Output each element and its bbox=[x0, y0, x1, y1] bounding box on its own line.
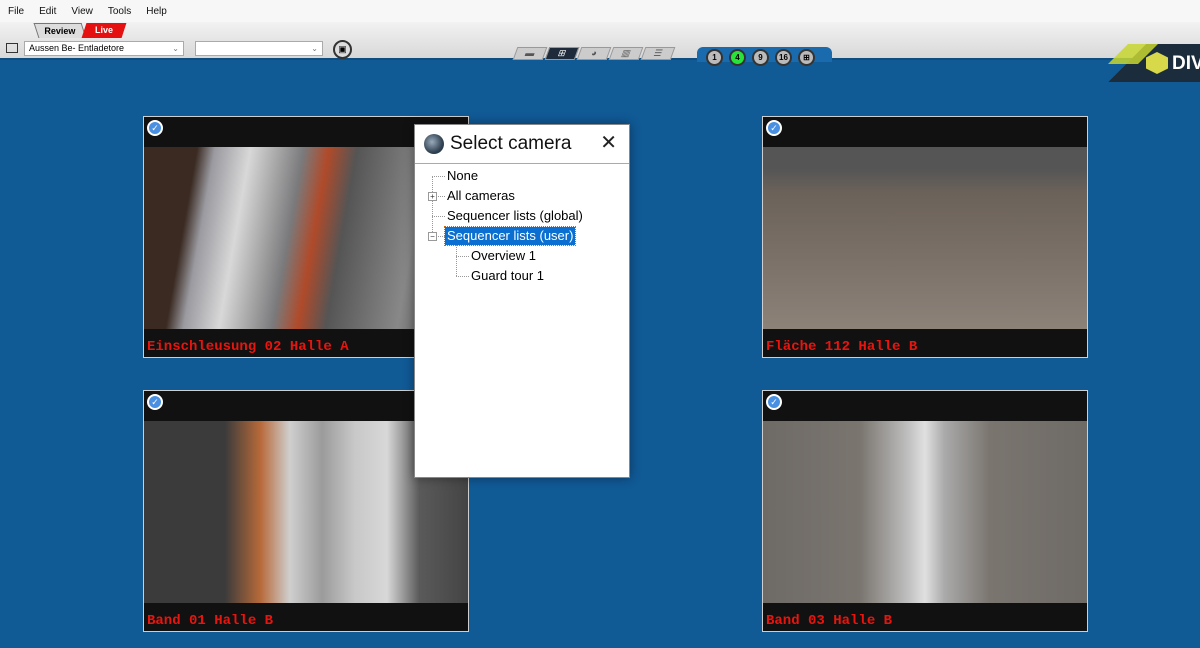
camera-video bbox=[763, 421, 1087, 603]
single-view-icon[interactable]: ▬ bbox=[512, 47, 548, 60]
layout-buttons: 1 4 9 16 ⊞ bbox=[697, 47, 832, 66]
tab-review-label: Review bbox=[44, 26, 76, 36]
list-view-icon[interactable]: ☰ bbox=[640, 47, 676, 60]
camera-label: Einschleusung 02 Halle A bbox=[147, 339, 349, 355]
menu-tools[interactable]: Tools bbox=[108, 6, 131, 17]
layout-9-button[interactable]: 9 bbox=[752, 49, 769, 66]
logo: DIV bbox=[1090, 44, 1200, 82]
expand-icon[interactable]: + bbox=[428, 192, 437, 201]
logo-text: DIV bbox=[1172, 53, 1200, 74]
layout-16-button[interactable]: 16 bbox=[775, 49, 792, 66]
tree-item-none[interactable]: None bbox=[445, 167, 480, 185]
grid-view-icon[interactable]: ⊞ bbox=[544, 47, 580, 60]
dialog-title: Select camera bbox=[450, 133, 572, 154]
select-camera-dialog: Select camera ✕ + − None All cameras Seq… bbox=[414, 124, 630, 478]
3d-view-icon[interactable]: ◕ bbox=[576, 47, 612, 60]
tree-line bbox=[456, 244, 457, 276]
layout-1-button[interactable]: 1 bbox=[706, 49, 723, 66]
view-tabs: ▬ ⊞ ◕ ▥ ☰ bbox=[512, 47, 676, 60]
floppy-disk-icon: ▣ bbox=[338, 44, 347, 54]
camera-icon bbox=[424, 134, 444, 154]
tree-line bbox=[432, 176, 433, 236]
layout-4-button[interactable]: 4 bbox=[729, 49, 746, 66]
tree-item-sequencer-user[interactable]: Sequencer lists (user) bbox=[443, 226, 577, 246]
chevron-down-icon: ⌄ bbox=[172, 44, 179, 53]
tree-item-all-cameras[interactable]: All cameras bbox=[445, 187, 517, 205]
tree-line bbox=[432, 176, 445, 177]
menu-bar: File Edit View Tools Help bbox=[0, 0, 1200, 22]
camera-tile[interactable]: ✓ Fläche 112 Halle B bbox=[762, 116, 1088, 358]
camera-tree: + − None All cameras Sequencer lists (gl… bbox=[415, 163, 629, 477]
toolbar: Review Live Aussen Be- Entladetore ⌄ ⌄ ▣ … bbox=[0, 22, 1200, 82]
tree-line bbox=[456, 256, 469, 257]
menu-file[interactable]: File bbox=[8, 6, 24, 17]
tab-live-label: Live bbox=[94, 25, 113, 35]
tab-live[interactable]: Live bbox=[81, 23, 127, 38]
tree-line bbox=[456, 276, 469, 277]
custom-layout-icon[interactable]: ⊞ bbox=[798, 49, 815, 66]
tree-line bbox=[432, 216, 445, 217]
menu-view[interactable]: View bbox=[71, 6, 93, 17]
dialog-title-bar: Select camera bbox=[415, 125, 629, 163]
camera-group-select[interactable]: Aussen Be- Entladetore ⌄ bbox=[24, 41, 184, 56]
map-view-icon[interactable]: ▥ bbox=[608, 47, 644, 60]
menu-edit[interactable]: Edit bbox=[39, 6, 56, 17]
camera-tile[interactable]: ✓ Band 03 Halle B bbox=[762, 390, 1088, 632]
crop-icon[interactable] bbox=[6, 43, 18, 53]
camera-label: Fläche 112 Halle B bbox=[766, 339, 918, 355]
camera-status-icon[interactable]: ✓ bbox=[766, 394, 782, 410]
camera-video bbox=[763, 147, 1087, 329]
tree-item-sequencer-global[interactable]: Sequencer lists (global) bbox=[445, 207, 585, 225]
camera-status-icon[interactable]: ✓ bbox=[147, 394, 163, 410]
camera-status-icon[interactable]: ✓ bbox=[147, 120, 163, 136]
collapse-icon[interactable]: − bbox=[428, 232, 437, 241]
close-icon[interactable]: ✕ bbox=[600, 133, 617, 153]
tree-item-overview-1[interactable]: Overview 1 bbox=[469, 247, 538, 265]
tree-item-guard-tour-1[interactable]: Guard tour 1 bbox=[469, 267, 546, 285]
camera-status-icon[interactable]: ✓ bbox=[766, 120, 782, 136]
secondary-select[interactable]: ⌄ bbox=[195, 41, 323, 56]
chevron-down-icon: ⌄ bbox=[311, 44, 318, 53]
logo-cube-icon bbox=[1146, 52, 1168, 74]
save-button[interactable]: ▣ bbox=[333, 40, 352, 59]
tab-review[interactable]: Review bbox=[33, 23, 87, 38]
camera-label: Band 03 Halle B bbox=[766, 613, 893, 629]
camera-label: Band 01 Halle B bbox=[147, 613, 274, 629]
menu-help[interactable]: Help bbox=[146, 6, 167, 17]
camera-group-value: Aussen Be- Entladetore bbox=[29, 43, 125, 53]
